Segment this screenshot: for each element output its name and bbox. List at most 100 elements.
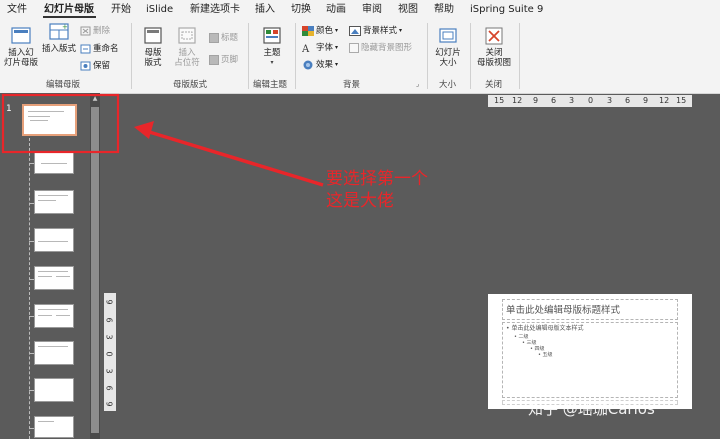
body-level-5: • 五级 xyxy=(538,352,553,358)
thumbnail-title-line xyxy=(38,309,68,310)
insert-slide-master-button[interactable]: 插入幻 灯片母版 xyxy=(3,26,39,68)
ruler-tick-label: 3 xyxy=(607,96,613,105)
ruler-tick-label: 15 xyxy=(676,96,687,105)
insert-slide-master-label: 插入幻 灯片母版 xyxy=(3,48,38,68)
thumbnail-title-line xyxy=(38,346,68,347)
menu-home[interactable]: 开始 xyxy=(111,3,131,16)
svg-text:A: A xyxy=(302,44,310,53)
effects-dropdown[interactable]: 效果 ▾ xyxy=(302,60,338,70)
checkbox-checked-icon xyxy=(209,55,219,65)
slide-size-button[interactable]: 幻灯片 大小 xyxy=(431,26,465,68)
background-styles-icon xyxy=(349,26,361,36)
delete-label: 删除 xyxy=(93,26,111,36)
background-styles-dropdown[interactable]: 背景样式 ▾ xyxy=(349,26,402,36)
horizontal-ruler: 15 12 9 6 3 0 3 6 9 12 15 xyxy=(488,95,692,107)
colors-dropdown[interactable]: 颜色 ▾ xyxy=(302,26,338,36)
insert-layout-button[interactable]: + 插入版式 xyxy=(41,22,77,54)
menu-transitions[interactable]: 切换 xyxy=(291,3,311,16)
hide-background-graphics-checkbox[interactable]: 隐藏背景图形 xyxy=(349,43,412,53)
chevron-down-icon: ▾ xyxy=(399,27,403,34)
menu-view[interactable]: 视图 xyxy=(398,3,418,16)
preserve-button[interactable]: 保留 xyxy=(80,61,110,71)
fonts-icon: A xyxy=(302,44,310,53)
pin-icon xyxy=(80,61,91,71)
ruler-tick-label: 9 xyxy=(104,299,114,305)
menu-slide-master[interactable]: 幻灯片母版 xyxy=(44,3,94,16)
slide-size-icon xyxy=(439,28,457,43)
menu-review[interactable]: 审阅 xyxy=(362,3,382,16)
ribbon-separator xyxy=(519,23,520,89)
close-master-view-label: 关闭 母版视图 xyxy=(476,48,511,68)
master-slide-canvas[interactable]: 单击此处编辑母版标题样式 • 单击此处编辑母版文本样式 • 二级 • 三级 • … xyxy=(488,294,692,409)
vertical-ruler: 9 6 3 0 3 6 9 xyxy=(104,293,116,411)
master-layout-button[interactable]: 母版 版式 xyxy=(139,26,167,68)
layout-thumbnail[interactable] xyxy=(34,304,74,328)
themes-button[interactable]: 主题 ▾ xyxy=(258,26,286,68)
size-group-label: 大小 xyxy=(439,80,457,90)
thumbnail-text-line xyxy=(56,315,70,316)
background-group-label: 背景 xyxy=(343,80,361,90)
ribbon-separator xyxy=(248,23,249,89)
layout-thumbnail[interactable] xyxy=(34,341,74,365)
title-placeholder-text: 单击此处编辑母版标题样式 xyxy=(506,305,621,316)
rename-button[interactable]: 重命名 xyxy=(80,44,119,54)
menu-file[interactable]: 文件 xyxy=(7,3,27,16)
menu-islide[interactable]: iSlide xyxy=(146,3,173,16)
rename-icon xyxy=(80,44,91,54)
checkbox-unchecked-icon xyxy=(349,43,359,53)
checkbox-checked-icon xyxy=(209,33,219,43)
insert-placeholder-button[interactable]: 插入 占位符 xyxy=(172,26,202,68)
menu-animations[interactable]: 动画 xyxy=(326,3,346,16)
close-master-view-button[interactable]: 关闭 母版视图 xyxy=(474,26,514,68)
fonts-dropdown[interactable]: A 字体 ▾ xyxy=(302,43,338,53)
footer-checkbox[interactable]: 页脚 xyxy=(209,55,238,65)
body-level-1: • 单击此处编辑母版文本样式 xyxy=(506,325,584,332)
body-placeholder[interactable]: • 单击此处编辑母版文本样式 • 二级 • 三级 • 四级 • 五级 xyxy=(502,322,678,398)
delete-button[interactable]: 删除 xyxy=(80,26,110,36)
ruler-tick-label: 6 xyxy=(551,96,557,105)
master-layout-label: 母版 版式 xyxy=(144,48,162,68)
menu-insert[interactable]: 插入 xyxy=(255,3,275,16)
delete-icon xyxy=(80,26,91,36)
ruler-tick-label: 15 xyxy=(494,96,505,105)
ribbon-separator xyxy=(131,23,132,89)
annotation-arrow-line xyxy=(145,129,324,187)
thumbnail-text-line xyxy=(38,421,54,422)
arrow-head-icon xyxy=(134,121,154,139)
layout-thumbnail[interactable] xyxy=(34,228,74,252)
ruler-tick-label: 3 xyxy=(104,368,114,374)
ruler-tick-label: 6 xyxy=(104,385,114,391)
menu-new-tab[interactable]: 新建选项卡 xyxy=(190,3,240,16)
edit-master-group-label: 编辑母版 xyxy=(46,80,81,90)
active-tab-underline xyxy=(43,16,96,18)
themes-icon xyxy=(263,27,281,44)
ruler-tick-label: 12 xyxy=(512,96,523,105)
colors-label: 颜色 xyxy=(316,26,334,36)
menu-help[interactable]: 帮助 xyxy=(434,3,454,16)
menu-ispring[interactable]: iSpring Suite 9 xyxy=(470,3,543,16)
ruler-tick-label: 6 xyxy=(104,317,114,323)
selection-highlight-box xyxy=(1,93,120,154)
insert-layout-icon: + xyxy=(49,23,69,40)
insert-placeholder-icon xyxy=(178,27,196,44)
chevron-down-icon: ▾ xyxy=(335,44,339,51)
ruler-tick-label: 0 xyxy=(588,96,594,105)
ruler-tick-label: 9 xyxy=(533,96,539,105)
insert-placeholder-label: 插入 占位符 xyxy=(174,48,200,68)
layout-thumbnail[interactable] xyxy=(34,378,74,402)
thumbnail-text-line xyxy=(38,276,52,277)
layout-thumbnail[interactable] xyxy=(34,266,74,290)
rename-label: 重命名 xyxy=(93,44,119,54)
ruler-tick-label: 6 xyxy=(625,96,631,105)
title-checkbox[interactable]: 标题 xyxy=(209,33,238,43)
edit-theme-group-label: 编辑主题 xyxy=(253,80,288,90)
insert-layout-label: 插入版式 xyxy=(41,44,76,54)
master-layout-group-label: 母版版式 xyxy=(173,80,208,90)
master-layout-icon xyxy=(144,27,162,44)
dialog-launcher-icon[interactable]: ⌟ xyxy=(416,80,419,88)
fonts-label: 字体 xyxy=(316,43,334,53)
watermark: 知乎 @瑶珈Carlos xyxy=(528,400,655,418)
layout-thumbnail[interactable] xyxy=(34,416,74,438)
title-placeholder[interactable]: 单击此处编辑母版标题样式 xyxy=(502,299,678,320)
ruler-tick-label: 3 xyxy=(104,334,114,340)
